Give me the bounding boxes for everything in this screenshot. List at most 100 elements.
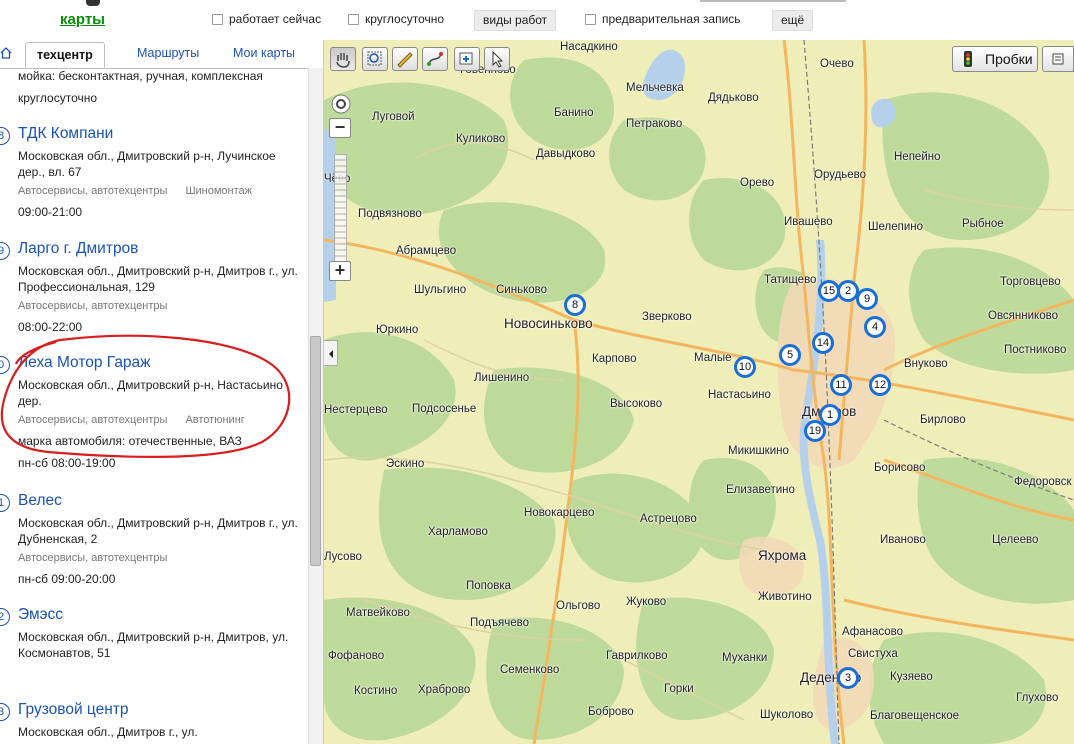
place-label: Борисово xyxy=(874,462,926,474)
pan-tool-button[interactable] xyxy=(330,47,356,71)
add-object-icon xyxy=(459,52,473,65)
map-pin[interactable]: 14 xyxy=(812,332,840,372)
zoom-slider[interactable] xyxy=(334,154,347,262)
place-label: Нестерцево xyxy=(324,404,388,416)
place-label: Давыдково xyxy=(536,148,596,160)
filter-24h-checkbox[interactable] xyxy=(348,13,359,25)
zoom-in-button[interactable]: + xyxy=(329,261,351,281)
tab-routes[interactable]: Маршруты xyxy=(137,46,199,60)
result-car-brands: марка автомобиля: отечественные, ВАЗ xyxy=(18,434,242,448)
pin-number: 14 xyxy=(812,332,834,354)
traffic-button[interactable]: Пробки xyxy=(952,46,1038,72)
top-bar: карты работает сейчас круглосуточно виды… xyxy=(0,0,1074,40)
result-categories: Автосервисы, автотехцентры Автотюнинг xyxy=(18,414,245,426)
traffic-light-icon xyxy=(964,51,972,67)
result-title-link[interactable]: Эмэсс xyxy=(18,606,63,624)
layers-button[interactable] xyxy=(1042,46,1074,72)
place-label: Астрецово xyxy=(640,513,697,525)
brand-logo-fragment xyxy=(86,0,100,6)
filter-24h[interactable]: круглосуточно xyxy=(348,12,444,26)
place-label: Овсянниково xyxy=(988,310,1058,322)
filter-open-now[interactable]: работает сейчас xyxy=(212,12,321,26)
category-label: Автосервисы, автотехцентры xyxy=(18,185,168,197)
work-types-button[interactable]: виды работ xyxy=(474,10,557,31)
pin-number: 11 xyxy=(830,374,852,396)
result-address: Московская обл., Дмитровский р-н, Лучинс… xyxy=(18,149,276,179)
brand-link[interactable]: карты xyxy=(60,11,105,28)
route-tool-button[interactable] xyxy=(422,47,448,71)
zoom-area-tool-button[interactable] xyxy=(362,47,388,71)
place-label: Костино xyxy=(354,685,398,697)
place-label: Постниково xyxy=(1004,344,1067,356)
place-label: Высоково xyxy=(610,398,663,410)
pin-number: 4 xyxy=(864,316,886,338)
place-label: Дядьково xyxy=(708,92,759,104)
place-label: Малые xyxy=(694,352,732,364)
filter-appointment[interactable]: предварительная запись xyxy=(585,12,741,26)
place-label: Орудьево xyxy=(814,169,867,181)
place-label: Подъячево xyxy=(470,617,530,629)
place-label: Лусово xyxy=(324,551,362,563)
map-pin[interactable]: 10 xyxy=(734,356,762,396)
result-address: Московская обл., Дмитровский р-н, Дмитро… xyxy=(18,630,289,660)
map-pin[interactable]: 3 xyxy=(837,667,865,707)
add-object-tool-button[interactable] xyxy=(454,47,480,71)
place-label: Банино xyxy=(554,107,594,119)
map-pin[interactable]: 12 xyxy=(869,374,897,414)
result-number-badge: 1 xyxy=(0,494,10,512)
place-label: Микишкино xyxy=(728,445,789,457)
map-pin[interactable]: 5 xyxy=(779,344,807,384)
service-line: мойка: бесконтактная, ручная, комплексна… xyxy=(18,69,263,83)
pointer-tool-button[interactable] xyxy=(484,47,510,71)
place-label: Харламово xyxy=(428,526,488,538)
place-label: Федоровск xyxy=(1014,476,1072,488)
place-label: Непейно xyxy=(894,151,941,163)
place-label: Иваново xyxy=(880,534,926,546)
pin-number: 9 xyxy=(856,288,878,310)
map-pin[interactable]: 4 xyxy=(864,316,892,356)
place-label: Мельчевка xyxy=(626,82,684,94)
pin-number: 8 xyxy=(564,294,586,316)
place-label: Луговой xyxy=(372,111,415,123)
zoom-out-button[interactable]: − xyxy=(329,118,351,138)
result-hours: пн-сб 08:00-19:00 xyxy=(18,456,116,470)
filter-appointment-label: предварительная запись xyxy=(602,12,741,26)
tab-my-maps[interactable]: Мои карты xyxy=(233,46,295,60)
sidebar-tabs: техцентр Маршруты Мои карты xyxy=(0,40,322,69)
place-label: Поповка xyxy=(466,580,512,592)
place-label: Подвязново xyxy=(358,208,422,220)
map-pin[interactable]: 19 xyxy=(804,420,832,460)
place-label: Глухово xyxy=(1016,692,1059,704)
place-label: Семенково xyxy=(500,664,560,676)
result-address: Московская обл., Дмитровский р-н, Дмитро… xyxy=(18,516,298,546)
filter-appointment-checkbox[interactable] xyxy=(585,13,596,25)
sidebar-scrollbar-thumb[interactable] xyxy=(310,336,321,566)
place-label: Благовещенское xyxy=(870,710,960,722)
result-title-link[interactable]: Велес xyxy=(18,492,62,510)
result-address: Московская обл., Дмитров г., ул. xyxy=(18,725,198,739)
home-icon[interactable] xyxy=(0,47,12,59)
filter-open-now-checkbox[interactable] xyxy=(212,13,223,25)
pin-number: 3 xyxy=(837,667,859,689)
place-label: Куликово xyxy=(456,133,506,145)
map-pin[interactable]: 8 xyxy=(564,294,592,334)
ruler-tool-button[interactable] xyxy=(392,47,418,71)
result-title-link[interactable]: Леха Мотор Гараж xyxy=(18,354,151,372)
route-icon xyxy=(427,52,443,66)
place-label: Очево xyxy=(820,58,854,70)
tab-techcenter[interactable]: техцентр xyxy=(25,42,105,68)
map-view[interactable]: Насадкино Говенново Мельчевка Очево Дядь… xyxy=(324,40,1074,744)
result-title-link[interactable]: ТДК Компани xyxy=(18,125,113,143)
category-label: Автотюнинг xyxy=(185,414,245,426)
collapse-sidebar-button[interactable] xyxy=(324,340,338,366)
place-label: Животино xyxy=(758,591,812,603)
map-terrain xyxy=(324,40,1074,744)
result-title-link[interactable]: Грузовой центр xyxy=(18,701,129,719)
result-title-link[interactable]: Ларго г. Дмитров xyxy=(18,240,138,258)
place-label: Орево xyxy=(740,177,775,189)
more-button[interactable]: ещё xyxy=(772,10,814,31)
category-label: Автосервисы, автотехцентры xyxy=(18,414,168,426)
result-number-badge: 9 xyxy=(0,242,10,260)
compass-icon[interactable] xyxy=(330,93,352,115)
traffic-label: Пробки xyxy=(985,51,1033,67)
